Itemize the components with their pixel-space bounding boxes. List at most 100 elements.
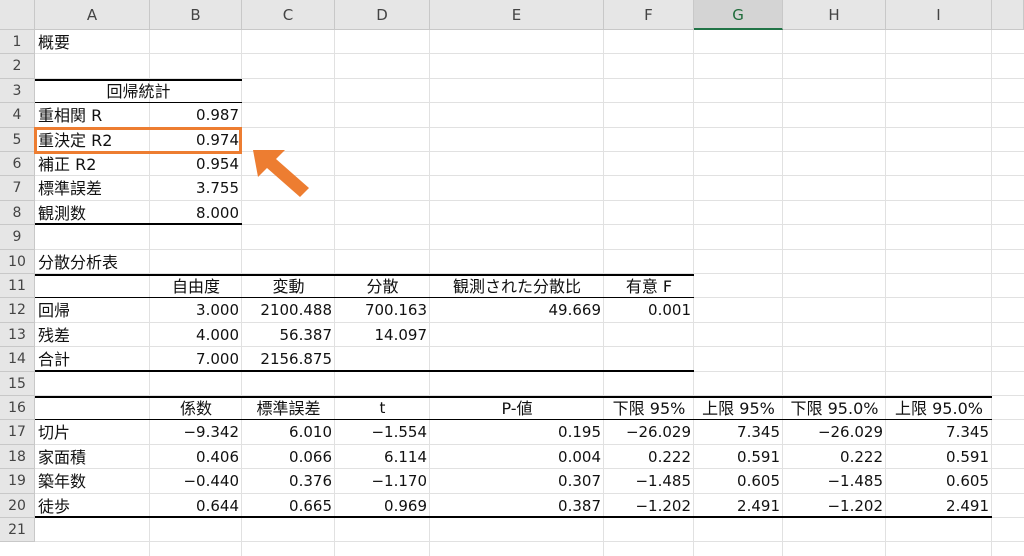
column-header-d[interactable]: D	[335, 0, 430, 30]
row-header-8[interactable]: 8	[0, 200, 35, 226]
row-header-4[interactable]: 4	[0, 103, 35, 128]
coef-cell[interactable]: 0.969	[335, 495, 430, 518]
row-header-21[interactable]: 21	[0, 518, 35, 543]
coef-cell[interactable]: −9.342	[150, 421, 242, 444]
coef-cell[interactable]: 6.114	[335, 446, 430, 469]
coef-header[interactable]: t	[335, 397, 430, 420]
anova-cell[interactable]: 14.097	[335, 324, 430, 347]
row-header-3[interactable]: 3	[0, 78, 35, 104]
coef-header[interactable]: 上限 95%	[694, 397, 783, 420]
anova-cell[interactable]: 2156.875	[242, 348, 335, 371]
coef-cell[interactable]: 0.222	[604, 446, 694, 469]
coef-header[interactable]: 上限 95.0%	[886, 397, 992, 420]
anova-cell[interactable]: 4.000	[150, 324, 242, 347]
coef-cell[interactable]: 2.491	[886, 495, 992, 518]
column-header-b[interactable]: B	[150, 0, 242, 30]
coef-row-label[interactable]: 切片	[35, 421, 150, 444]
coef-cell[interactable]: −1.554	[335, 421, 430, 444]
coef-cell[interactable]: 0.591	[694, 446, 783, 469]
regression-stats-header[interactable]: 回帰統計	[35, 80, 242, 103]
column-header-e[interactable]: E	[430, 0, 604, 30]
stat-value[interactable]: 8.000	[150, 202, 242, 225]
stat-label[interactable]: 標準誤差	[35, 177, 150, 200]
anova-cell[interactable]	[335, 348, 430, 371]
row-header-17[interactable]: 17	[0, 420, 35, 445]
coef-cell[interactable]: 0.066	[242, 446, 335, 469]
coef-header[interactable]: P-値	[430, 397, 604, 420]
anova-cell[interactable]	[604, 348, 694, 371]
anova-header[interactable]: 自由度	[150, 275, 242, 298]
row-header-16[interactable]: 16	[0, 396, 35, 421]
stat-value[interactable]: 0.987	[150, 104, 242, 127]
anova-title[interactable]: 分散分析表	[35, 251, 150, 274]
row-header-19[interactable]: 19	[0, 469, 35, 494]
coef-cell[interactable]: 0.644	[150, 495, 242, 518]
anova-row-label[interactable]: 残差	[35, 324, 150, 347]
coef-cell[interactable]: −1.485	[783, 470, 886, 493]
anova-cell[interactable]	[430, 324, 604, 347]
column-header-i[interactable]: I	[886, 0, 992, 30]
coef-cell[interactable]: −26.029	[604, 421, 694, 444]
row-header-11[interactable]: 11	[0, 274, 35, 299]
coef-header[interactable]: 標準誤差	[242, 397, 335, 420]
coef-cell[interactable]: −1.202	[604, 495, 694, 518]
stat-label[interactable]: 補正 R2	[35, 153, 150, 176]
column-header-f[interactable]: F	[604, 0, 694, 30]
row-header-20[interactable]: 20	[0, 493, 35, 518]
coef-cell[interactable]: −0.440	[150, 470, 242, 493]
anova-cell[interactable]	[604, 324, 694, 347]
coef-cell[interactable]: 0.307	[430, 470, 604, 493]
coef-cell[interactable]: 0.004	[430, 446, 604, 469]
coef-header[interactable]: 下限 95%	[604, 397, 694, 420]
coef-cell[interactable]: 0.605	[694, 470, 783, 493]
coef-row-label[interactable]: 築年数	[35, 470, 150, 493]
coef-row-label[interactable]: 徒歩	[35, 495, 150, 518]
column-header-c[interactable]: C	[242, 0, 335, 30]
coef-cell[interactable]: 0.376	[242, 470, 335, 493]
row-header-13[interactable]: 13	[0, 322, 35, 348]
anova-cell[interactable]: 56.387	[242, 324, 335, 347]
anova-cell[interactable]: 700.163	[335, 299, 430, 322]
row-header-15[interactable]: 15	[0, 371, 35, 396]
anova-header[interactable]: 分散	[335, 275, 430, 298]
row-header-12[interactable]: 12	[0, 298, 35, 323]
row-header-10[interactable]: 10	[0, 249, 35, 274]
row-header-14[interactable]: 14	[0, 347, 35, 372]
anova-row-label[interactable]: 回帰	[35, 299, 150, 322]
anova-row-label[interactable]: 合計	[35, 348, 150, 371]
coef-cell[interactable]: −26.029	[783, 421, 886, 444]
coef-cell[interactable]: 6.010	[242, 421, 335, 444]
row-header-2[interactable]: 2	[0, 54, 35, 79]
row-header-1[interactable]: 1	[0, 30, 35, 55]
anova-cell[interactable]	[430, 348, 604, 371]
coef-cell[interactable]: 7.345	[694, 421, 783, 444]
coef-cell[interactable]: −1.485	[604, 470, 694, 493]
coef-header[interactable]: 下限 95.0%	[783, 397, 886, 420]
coef-cell[interactable]: 0.195	[430, 421, 604, 444]
row-header-9[interactable]: 9	[0, 225, 35, 250]
stat-label[interactable]: 重相関 R	[35, 104, 150, 127]
row-header-7[interactable]: 7	[0, 176, 35, 201]
anova-cell[interactable]: 0.001	[604, 299, 694, 322]
anova-header[interactable]: 観測された分散比	[430, 275, 604, 298]
coef-row-label[interactable]: 家面積	[35, 446, 150, 469]
anova-header[interactable]: 変動	[242, 275, 335, 298]
stat-label[interactable]: 観測数	[35, 202, 150, 225]
anova-header[interactable]: 有意 F	[604, 275, 694, 298]
anova-cell[interactable]: 49.669	[430, 299, 604, 322]
row-header-18[interactable]: 18	[0, 444, 35, 470]
coef-header[interactable]: 係数	[150, 397, 242, 420]
coef-cell[interactable]: 0.605	[886, 470, 992, 493]
spreadsheet[interactable]: A B C D E F G H I 1 2 3 4 5 6 7 8 9 10 11 12 13 14 15 16 17 18 19 20…	[0, 0, 1024, 556]
column-header-g[interactable]: G	[694, 0, 783, 30]
row-header-6[interactable]: 6	[0, 152, 35, 177]
coef-cell[interactable]: 7.345	[886, 421, 992, 444]
coef-cell[interactable]: 0.387	[430, 495, 604, 518]
anova-cell[interactable]: 2100.488	[242, 299, 335, 322]
summary-title[interactable]: 概要	[35, 31, 150, 54]
column-header-a[interactable]: A	[35, 0, 150, 30]
coef-cell[interactable]: −1.170	[335, 470, 430, 493]
coef-cell[interactable]: 0.665	[242, 495, 335, 518]
anova-cell[interactable]: 3.000	[150, 299, 242, 322]
stat-value[interactable]: 0.954	[150, 153, 242, 176]
